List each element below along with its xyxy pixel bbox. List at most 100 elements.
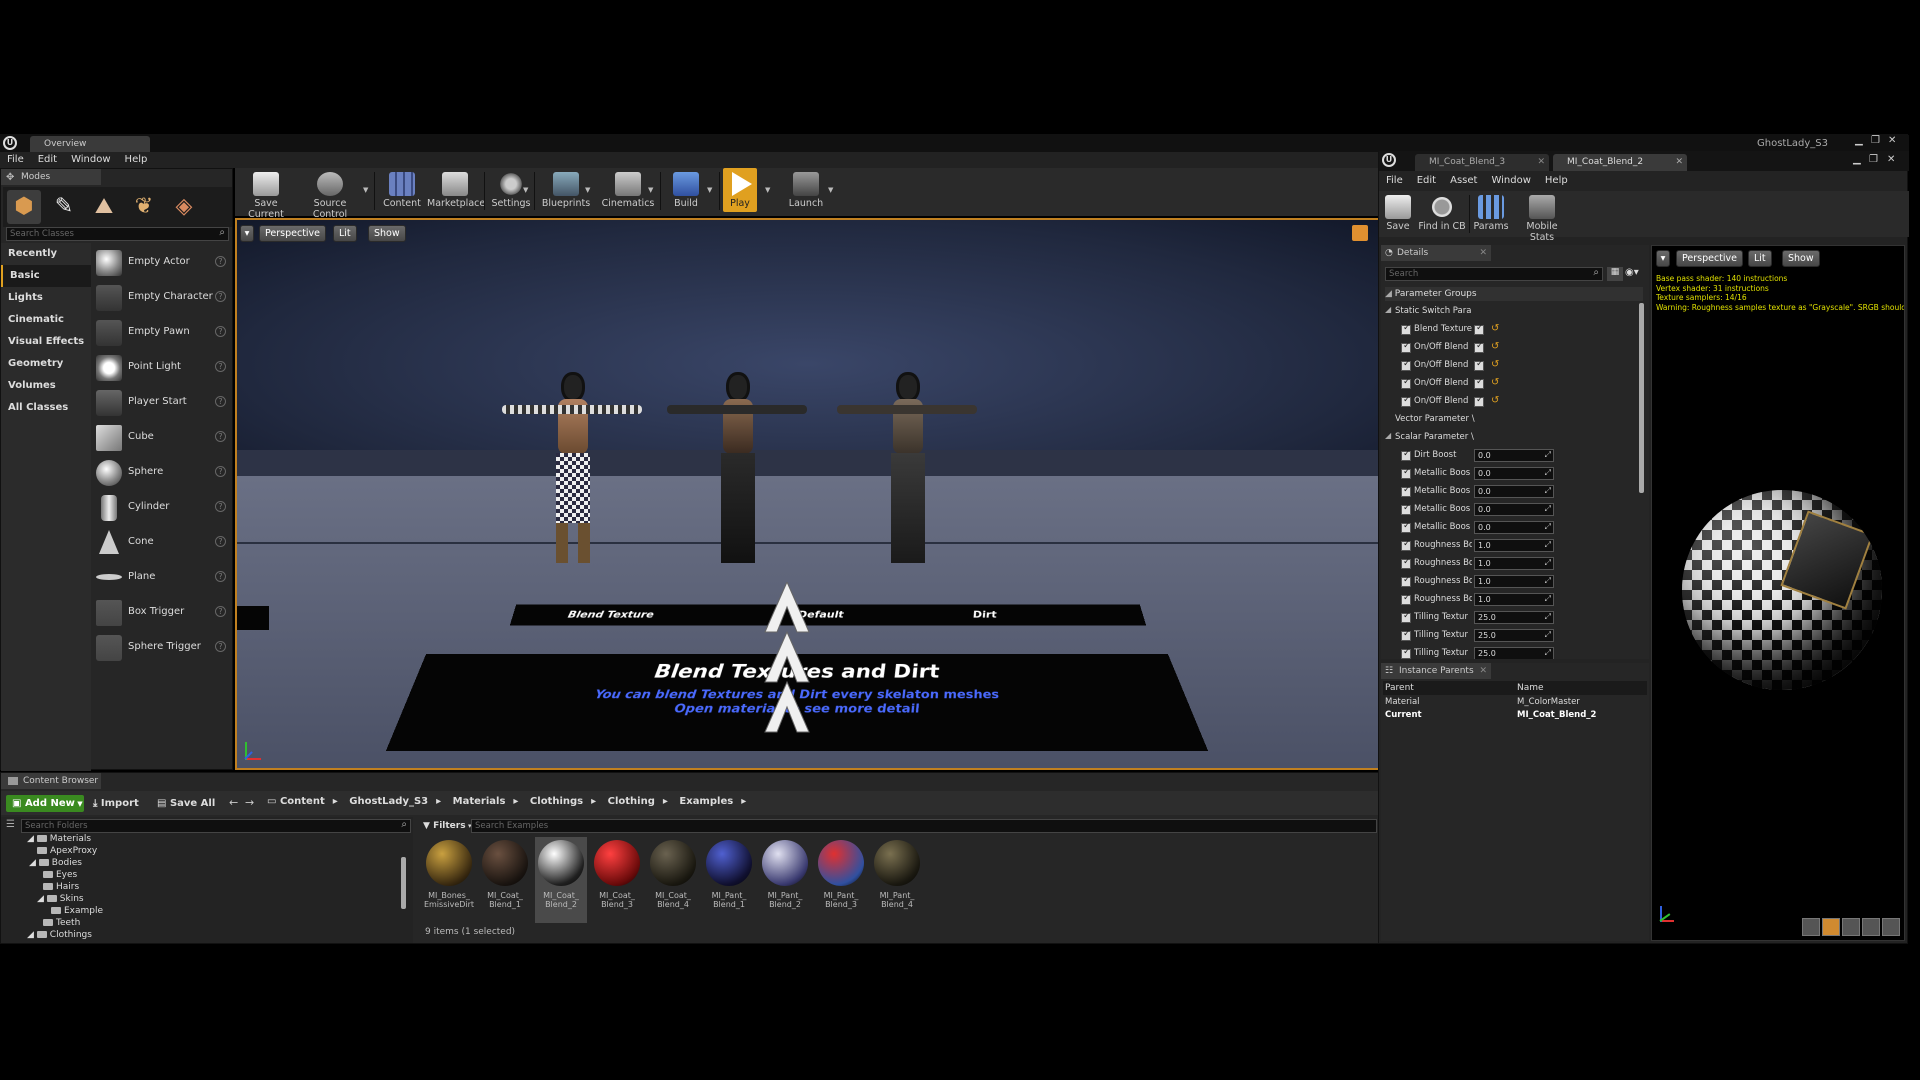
- instance-parents-tab[interactable]: ☷ Instance Parents ✕: [1381, 663, 1491, 679]
- tab-mi-coat-blend-2[interactable]: MI_Coat_Blend_2 ✕: [1553, 154, 1687, 171]
- scalar-value-input[interactable]: 0.0: [1474, 485, 1554, 498]
- scalar-value-input[interactable]: 0.0: [1474, 521, 1554, 534]
- scalar-value-input[interactable]: 1.0: [1474, 593, 1554, 606]
- cube-shape-icon[interactable]: [1862, 918, 1880, 936]
- search-classes-input[interactable]: Search Classes ⌕: [6, 227, 229, 241]
- tab-close-icon[interactable]: ✕: [1479, 245, 1487, 261]
- tree-item[interactable]: Example: [51, 906, 103, 916]
- place-mode-icon[interactable]: ⬢: [7, 190, 41, 224]
- build-button[interactable]: Build: [663, 168, 709, 212]
- details-tab[interactable]: ◔ Details ✕: [1381, 245, 1491, 261]
- add-new-button[interactable]: ▣ Add New ▼: [6, 795, 84, 812]
- scalar-row[interactable]: Roughness Bo1.0: [1381, 591, 1631, 609]
- tree-item[interactable]: ◢ Skins: [37, 894, 84, 904]
- menu-file[interactable]: File: [1379, 173, 1410, 189]
- show-button[interactable]: Show: [368, 225, 406, 242]
- character-blend-texture[interactable]: [542, 375, 602, 590]
- preview-lit-button[interactable]: Lit: [1748, 250, 1772, 267]
- override-checkbox[interactable]: [1401, 595, 1411, 605]
- source-control-button[interactable]: Source Control: [297, 168, 363, 212]
- source-control-dropdown-icon[interactable]: ▼: [363, 186, 368, 194]
- settings-dropdown-icon[interactable]: ▼: [523, 186, 528, 194]
- category-geometry[interactable]: Geometry: [1, 353, 91, 375]
- paint-mode-icon[interactable]: ✎: [47, 190, 81, 224]
- scalar-row[interactable]: Dirt Boost0.0: [1381, 447, 1631, 465]
- help-icon[interactable]: ?: [215, 571, 226, 582]
- asset-tile[interactable]: MI_Coat_ Blend_4: [647, 837, 699, 923]
- scalar-value-input[interactable]: 0.0: [1474, 449, 1554, 462]
- cinematics-dropdown-icon[interactable]: ▼: [648, 186, 653, 194]
- switch-value-checkbox[interactable]: [1474, 343, 1484, 353]
- scalar-value-input[interactable]: 0.0: [1474, 503, 1554, 516]
- character-default[interactable]: [707, 375, 767, 590]
- asset-tile[interactable]: MI_Pant_ Blend_4: [871, 837, 923, 923]
- landscape-mode-icon[interactable]: ⛰: [87, 190, 121, 224]
- scalar-value-input[interactable]: 1.0: [1474, 539, 1554, 552]
- override-checkbox[interactable]: [1401, 541, 1411, 551]
- asset-tile[interactable]: MI_Coat_ Blend_1: [479, 837, 531, 923]
- build-dropdown-icon[interactable]: ▼: [707, 186, 712, 194]
- help-icon[interactable]: ?: [215, 641, 226, 652]
- class-item[interactable]: Empty Character?: [94, 281, 230, 315]
- asset-tile[interactable]: MI_Coat_ Blend_3: [591, 837, 643, 923]
- help-icon[interactable]: ?: [215, 326, 226, 337]
- override-checkbox[interactable]: [1401, 487, 1411, 497]
- plane-shape-icon[interactable]: [1842, 918, 1860, 936]
- override-checkbox[interactable]: [1401, 613, 1411, 623]
- help-icon[interactable]: ?: [215, 466, 226, 477]
- class-item[interactable]: Sphere Trigger?: [94, 631, 230, 665]
- visibility-icon[interactable]: ◉▾: [1625, 267, 1647, 281]
- realtime-toggle-icon[interactable]: [1352, 225, 1368, 241]
- details-scrollbar[interactable]: [1639, 303, 1644, 493]
- help-icon[interactable]: ?: [215, 536, 226, 547]
- character-dirt[interactable]: [877, 375, 937, 590]
- override-checkbox[interactable]: [1401, 631, 1411, 641]
- override-checkbox[interactable]: [1401, 469, 1411, 479]
- category-recently-placed[interactable]: Recently Placed: [1, 243, 91, 265]
- category-cinematic[interactable]: Cinematic: [1, 309, 91, 331]
- static-switch-row[interactable]: On/Off Blend ↺: [1381, 393, 1631, 411]
- override-checkbox[interactable]: [1401, 397, 1411, 407]
- static-switch-row[interactable]: On/Off Blend ↺: [1381, 357, 1631, 375]
- tree-scrollbar[interactable]: [401, 857, 406, 909]
- search-folders-input[interactable]: Search Folders ⌕: [21, 819, 411, 833]
- play-button[interactable]: Play: [723, 168, 757, 212]
- class-item[interactable]: Cube?: [94, 421, 230, 455]
- tree-item[interactable]: Teeth: [43, 918, 80, 928]
- perspective-button[interactable]: Perspective: [259, 225, 326, 242]
- category-all-classes[interactable]: All Classes: [1, 397, 91, 419]
- reset-to-default-icon[interactable]: ↺: [1491, 323, 1499, 334]
- main-minimize-icon[interactable]: ▁: [1855, 135, 1863, 146]
- tree-item[interactable]: Hairs: [43, 882, 79, 892]
- blueprints-dropdown-icon[interactable]: ▼: [585, 186, 590, 194]
- static-switch-row[interactable]: On/Off Blend ↺: [1381, 375, 1631, 393]
- menu-window[interactable]: Window: [1484, 173, 1537, 189]
- reset-to-default-icon[interactable]: ↺: [1491, 341, 1499, 352]
- scalar-row[interactable]: Roughness Bo1.0: [1381, 555, 1631, 573]
- override-checkbox[interactable]: [1401, 559, 1411, 569]
- help-icon[interactable]: ?: [215, 361, 226, 372]
- scalar-row[interactable]: Tilling Textur 25.0: [1381, 627, 1631, 645]
- scalar-value-input[interactable]: 25.0: [1474, 611, 1554, 624]
- asset-tile[interactable]: MI_Coat_ Blend_2: [535, 837, 587, 923]
- breadcrumb-item[interactable]: Clothing: [608, 796, 655, 807]
- category-lights[interactable]: Lights: [1, 287, 91, 309]
- menu-help[interactable]: Help: [118, 152, 155, 168]
- name-column-header[interactable]: Name: [1517, 681, 1544, 695]
- tree-toggle-icon[interactable]: ☰: [6, 819, 15, 830]
- menu-help[interactable]: Help: [1538, 173, 1575, 189]
- class-item[interactable]: Empty Pawn?: [94, 316, 230, 350]
- cylinder-shape-icon[interactable]: [1802, 918, 1820, 936]
- menu-file[interactable]: File: [0, 152, 31, 168]
- view-options-icon[interactable]: ▦: [1607, 267, 1623, 281]
- scalar-row[interactable]: Tilling Textur 25.0: [1381, 645, 1631, 659]
- scalar-row[interactable]: Metallic Boos0.0: [1381, 519, 1631, 537]
- preview-perspective-button[interactable]: Perspective: [1676, 250, 1743, 267]
- reset-to-default-icon[interactable]: ↺: [1491, 377, 1499, 388]
- help-icon[interactable]: ?: [215, 431, 226, 442]
- preview-show-button[interactable]: Show: [1782, 250, 1820, 267]
- class-item[interactable]: Cone?: [94, 526, 230, 560]
- material-preview-viewport[interactable]: ▾ Perspective Lit Show Base pass shader:…: [1651, 245, 1905, 941]
- launch-dropdown-icon[interactable]: ▼: [828, 186, 833, 194]
- history-forward-icon[interactable]: →: [245, 796, 254, 809]
